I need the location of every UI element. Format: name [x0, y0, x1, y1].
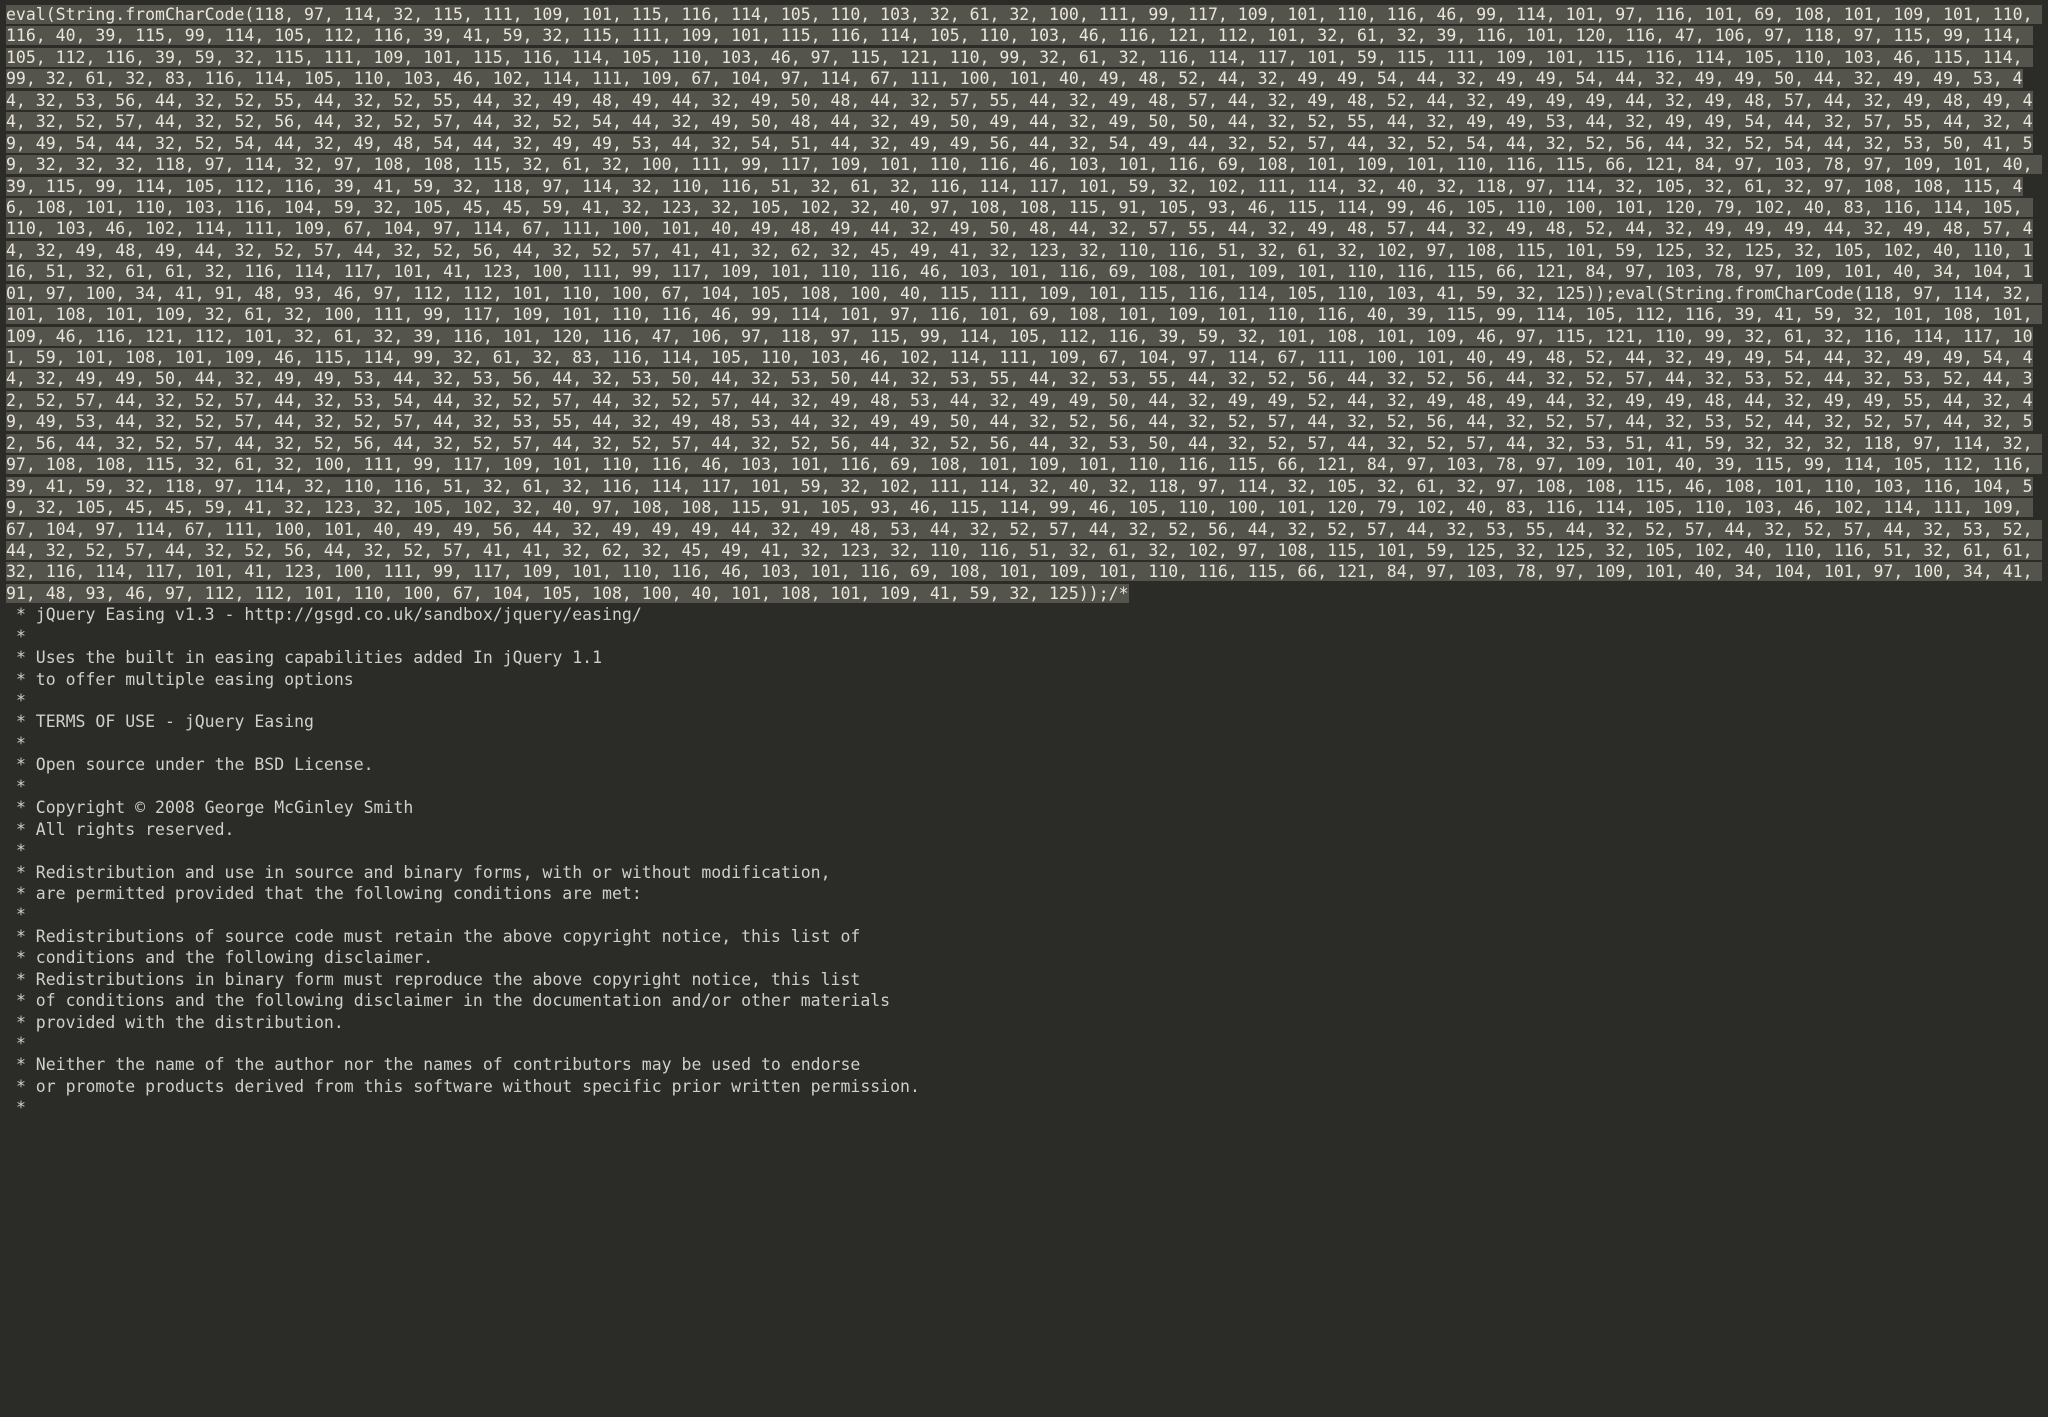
code-viewer: eval(String.fromCharCode(118, 97, 114, 3…: [0, 0, 2048, 1417]
comment-text: * jQuery Easing v1.3 - http://gsgd.co.uk…: [6, 605, 920, 1117]
eval-code-text: eval(String.fromCharCode(118, 97, 114, 3…: [6, 5, 2042, 603]
eval-code-section: eval(String.fromCharCode(118, 97, 114, 3…: [6, 4, 2042, 604]
comment-section: * jQuery Easing v1.3 - http://gsgd.co.uk…: [6, 604, 2042, 1119]
